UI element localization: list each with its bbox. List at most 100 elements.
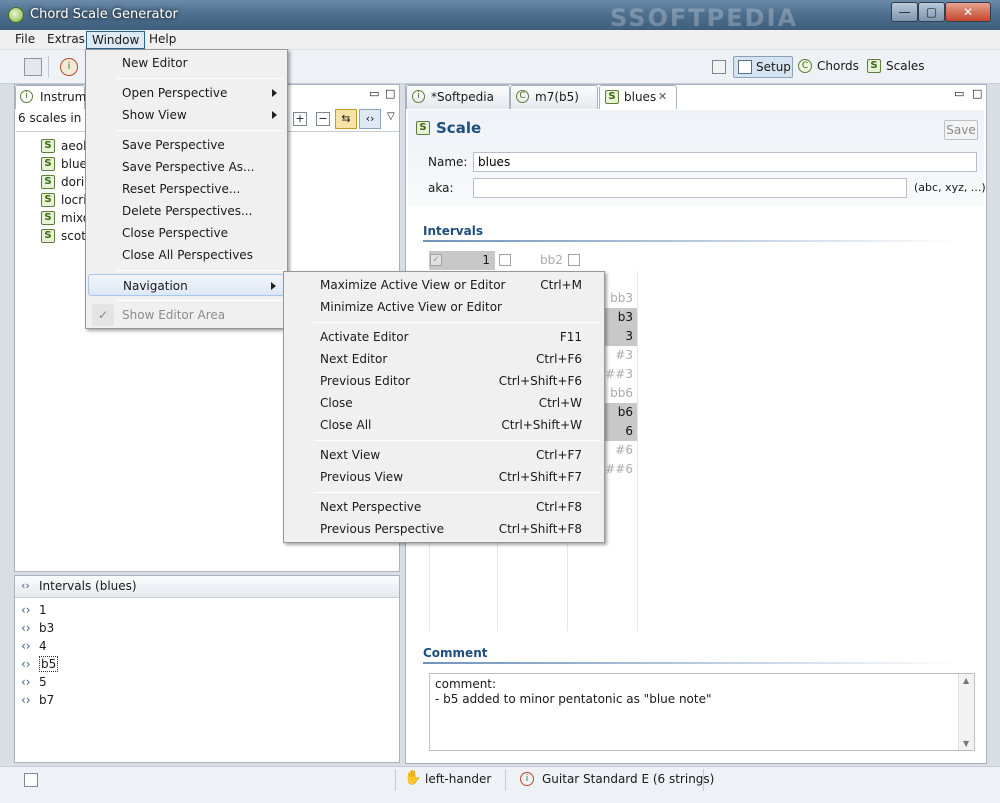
view-menu-icon[interactable]: ▽: [387, 111, 395, 122]
menu-item-next-view[interactable]: Next View Ctrl+F7: [286, 444, 602, 466]
scale-icon: S: [41, 139, 55, 153]
collapse-all-icon[interactable]: −: [316, 112, 330, 126]
link-editor-icon[interactable]: ⇆: [335, 109, 357, 129]
list-item[interactable]: Saeoli: [41, 137, 92, 155]
maximize-button[interactable]: ▢: [918, 2, 945, 22]
status-separator: [395, 769, 396, 791]
list-item[interactable]: Sblue: [41, 155, 92, 173]
tab-instruments[interactable]: i Instrume: [15, 85, 94, 109]
fast-view-icon[interactable]: [24, 773, 38, 787]
menu-item-new-editor[interactable]: New Editor: [88, 52, 285, 74]
menu-item-show-view[interactable]: Show View: [88, 104, 285, 126]
menu-item-previous-perspective[interactable]: Previous Perspective Ctrl+Shift+F8: [286, 518, 602, 540]
close-tab-icon[interactable]: ✕: [658, 86, 667, 108]
save-button[interactable]: Save: [944, 120, 978, 140]
menu-separator: [116, 130, 284, 131]
menu-item-close-all-perspectives[interactable]: Close All Perspectives: [88, 244, 285, 266]
window-menu-dropdown: New Editor Open Perspective Show View Sa…: [85, 49, 288, 329]
list-item[interactable]: ‹› b3: [21, 619, 58, 637]
tab-m7b5[interactable]: C m7(b5): [510, 85, 598, 109]
interval-list: ‹› 1 ‹› b3 ‹› 4 ‹› b5 ‹› 5 ‹› b7: [21, 601, 59, 709]
menu-item-save-perspective-as[interactable]: Save Perspective As...: [88, 156, 285, 178]
interval-cell[interactable]: #6: [605, 441, 637, 460]
comment-textarea[interactable]: comment: - b5 added to minor pentatonic …: [429, 673, 975, 751]
expand-all-icon[interactable]: +: [293, 112, 307, 126]
interval-cell[interactable]: 6: [605, 422, 637, 441]
panel-maximize-icon[interactable]: □: [385, 87, 395, 100]
menu-separator: [314, 440, 600, 441]
interval-cell[interactable]: bb6: [605, 384, 637, 403]
scroll-up-icon[interactable]: ▲: [963, 676, 969, 685]
menu-item-minimize-active[interactable]: Minimize Active View or Editor: [286, 296, 602, 318]
menu-item-close-all[interactable]: Close All Ctrl+Shift+W: [286, 414, 602, 436]
code-icon: ‹›: [21, 639, 31, 653]
open-perspective-icon[interactable]: [712, 60, 726, 74]
scroll-down-icon[interactable]: ▼: [963, 739, 969, 748]
list-item[interactable]: ‹› b7: [21, 691, 58, 709]
interval-cell[interactable]: b3: [605, 308, 637, 327]
perspective-chords[interactable]: C Chords: [797, 56, 859, 78]
menu-item-show-editor-area[interactable]: ✓ Show Editor Area: [88, 304, 285, 326]
minimize-button[interactable]: —: [891, 2, 918, 22]
scale-icon: S: [605, 90, 619, 104]
interval-cell[interactable]: #3: [605, 346, 637, 365]
menu-item-maximize-active[interactable]: Maximize Active View or Editor Ctrl+M: [286, 274, 602, 296]
list-item[interactable]: Sdoria: [41, 173, 92, 191]
list-item[interactable]: Slocri: [41, 191, 92, 209]
tab-blues[interactable]: S blues ✕: [599, 85, 677, 109]
tuning-status[interactable]: Guitar Standard E (6 strings): [542, 772, 714, 786]
submenu-arrow-icon: [272, 89, 277, 97]
list-item-selected[interactable]: ‹› b5: [21, 655, 59, 673]
code-icon: ‹›: [21, 621, 31, 635]
menu-item-previous-view[interactable]: Previous View Ctrl+Shift+F7: [286, 466, 602, 488]
checkbox-icon[interactable]: ✓: [430, 254, 442, 266]
intervals-section-title: Intervals: [423, 224, 483, 238]
chord-icon: C: [516, 90, 529, 103]
interval-cell[interactable]: ##3: [605, 365, 637, 384]
perspective-scales[interactable]: S Scales: [866, 56, 925, 78]
list-item[interactable]: ‹› 4: [21, 637, 58, 655]
interval-cell[interactable]: b6: [605, 403, 637, 422]
aka-label: aka:: [428, 181, 454, 195]
intervals-view-title: Intervals (blues): [39, 579, 137, 593]
info-icon: i: [520, 772, 534, 786]
interval-cell[interactable]: 3: [605, 327, 637, 346]
menu-item-open-perspective[interactable]: Open Perspective: [88, 82, 285, 104]
menu-item-next-editor[interactable]: Next Editor Ctrl+F6: [286, 348, 602, 370]
menu-help[interactable]: Help: [144, 31, 181, 49]
editor-maximize-icon[interactable]: □: [972, 87, 982, 100]
name-input[interactable]: [473, 152, 977, 172]
checkbox-icon[interactable]: [568, 254, 580, 266]
menu-file[interactable]: File: [10, 31, 40, 49]
checkbox-icon[interactable]: [499, 254, 511, 266]
aka-input[interactable]: [473, 178, 907, 198]
menu-item-close[interactable]: Close Ctrl+W: [286, 392, 602, 414]
menu-item-save-perspective[interactable]: Save Perspective: [88, 134, 285, 156]
list-item[interactable]: ‹› 5: [21, 673, 58, 691]
menu-extras[interactable]: Extras: [42, 31, 90, 49]
menu-item-previous-editor[interactable]: Previous Editor Ctrl+Shift+F6: [286, 370, 602, 392]
menu-item-close-perspective[interactable]: Close Perspective: [88, 222, 285, 244]
menu-item-activate-editor[interactable]: Activate Editor F11: [286, 326, 602, 348]
panel-minimize-icon[interactable]: ▭: [369, 87, 379, 100]
editor-minimize-icon[interactable]: ▭: [954, 87, 964, 100]
code-toggle-icon[interactable]: ‹›: [359, 109, 381, 129]
close-button[interactable]: ✕: [945, 2, 991, 22]
save-icon[interactable]: [24, 58, 42, 76]
tab-softpedia[interactable]: i *Softpedia: [406, 85, 510, 109]
menu-item-reset-perspective[interactable]: Reset Perspective...: [88, 178, 285, 200]
list-item[interactable]: Smixo: [41, 209, 92, 227]
handedness-status[interactable]: left-hander: [425, 772, 491, 786]
interval-cell[interactable]: bb3: [605, 289, 637, 308]
list-item[interactable]: ‹› 1: [21, 601, 58, 619]
menu-item-delete-perspectives[interactable]: Delete Perspectives...: [88, 200, 285, 222]
comment-scrollbar[interactable]: ▲ ▼: [958, 674, 974, 750]
info-icon[interactable]: i: [60, 58, 78, 76]
menu-item-navigation[interactable]: Navigation: [88, 274, 285, 296]
list-item[interactable]: Sscott: [41, 227, 92, 245]
menu-item-next-perspective[interactable]: Next Perspective Ctrl+F8: [286, 496, 602, 518]
menu-window[interactable]: Window: [86, 31, 146, 49]
perspective-setup[interactable]: Setup: [733, 56, 793, 78]
interval-bb2: bb2: [540, 253, 563, 267]
interval-cell[interactable]: ##6: [605, 460, 637, 479]
